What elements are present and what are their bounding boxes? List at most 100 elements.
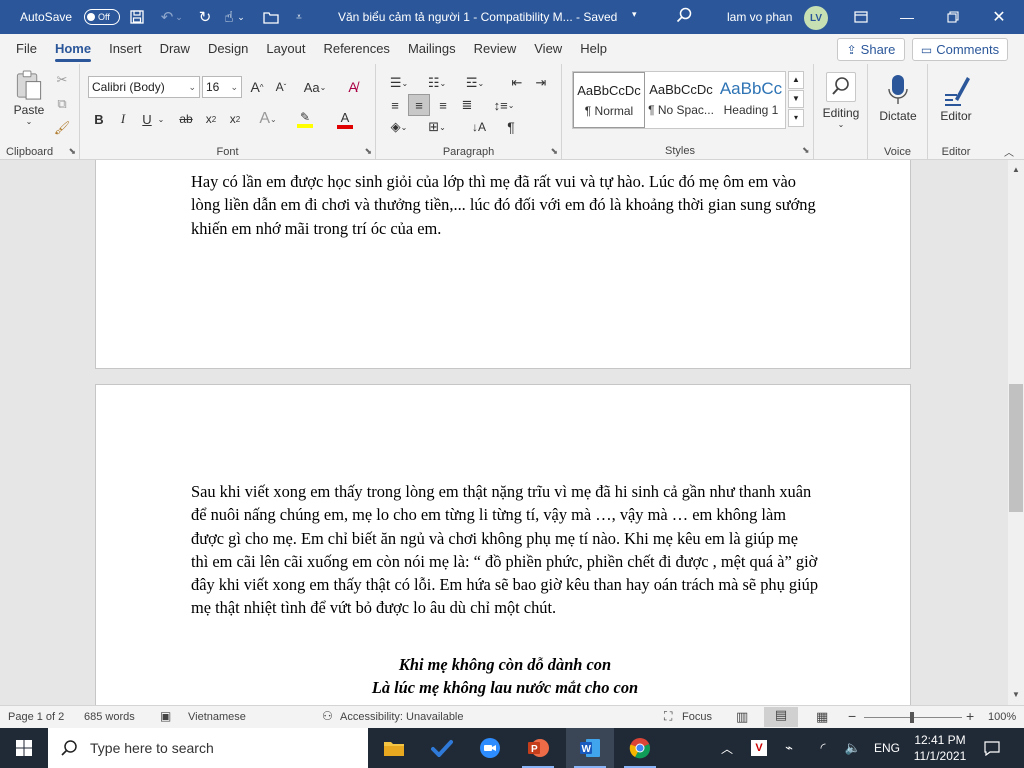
- highlight-icon[interactable]: ✎: [290, 108, 320, 130]
- increase-indent-icon[interactable]: ⇥: [530, 72, 552, 94]
- page-count[interactable]: Page 1 of 2: [8, 711, 64, 723]
- align-left-icon[interactable]: ≡: [384, 94, 406, 116]
- wifi-icon[interactable]: ◜: [812, 728, 834, 768]
- format-painter-icon[interactable]: 🖌: [52, 118, 72, 138]
- powerpoint-icon[interactable]: P: [514, 728, 562, 768]
- autosave-toggle[interactable]: Off: [84, 9, 120, 25]
- search-icon[interactable]: [676, 7, 692, 28]
- zoom-out-icon[interactable]: −: [848, 708, 856, 724]
- shrink-font-icon[interactable]: Aˇ: [270, 76, 292, 98]
- tab-draw[interactable]: Draw: [151, 34, 199, 64]
- tab-file[interactable]: File: [7, 34, 46, 64]
- notifications-icon[interactable]: [978, 728, 1006, 768]
- avatar[interactable]: LV: [804, 6, 828, 30]
- borders-icon[interactable]: ⊞ ⌄: [422, 116, 452, 138]
- zoom-app-icon[interactable]: [466, 728, 514, 768]
- line-spacing-icon[interactable]: ↕≡ ⌄: [488, 94, 520, 116]
- styles-down-icon[interactable]: ▼: [788, 90, 804, 108]
- share-button[interactable]: ⇪ Share: [837, 38, 905, 61]
- touch-dropdown-icon[interactable]: ⌄: [234, 0, 248, 34]
- language-status[interactable]: Vietnamese: [188, 711, 246, 723]
- tab-layout[interactable]: Layout: [257, 34, 314, 64]
- zoom-level[interactable]: 100%: [988, 711, 1016, 723]
- undo-dropdown-icon[interactable]: ⌄: [172, 0, 186, 34]
- tab-references[interactable]: References: [314, 34, 398, 64]
- styles-launcher-icon[interactable]: ⬊: [802, 145, 810, 156]
- font-launcher-icon[interactable]: ⬊: [364, 146, 372, 157]
- change-case-icon[interactable]: Aa ⌄: [300, 76, 330, 98]
- editing-button[interactable]: Editing ⌄: [818, 68, 864, 132]
- close-icon[interactable]: ✕: [976, 0, 1022, 34]
- volume-icon[interactable]: 🔈: [842, 728, 864, 768]
- poem-line-1[interactable]: Khi mẹ không còn dỗ dành con: [191, 653, 819, 676]
- scroll-down-icon[interactable]: ▼: [1008, 687, 1024, 703]
- save-icon[interactable]: [122, 0, 152, 34]
- windows-start-icon[interactable]: [0, 728, 48, 768]
- dictate-button[interactable]: Dictate: [872, 68, 924, 128]
- comments-button[interactable]: ▭ Comments: [912, 38, 1008, 61]
- chrome-icon[interactable]: [616, 728, 664, 768]
- ribbon-display-icon[interactable]: [838, 0, 884, 34]
- decrease-indent-icon[interactable]: ⇤: [506, 72, 528, 94]
- tab-mailings[interactable]: Mailings: [399, 34, 465, 64]
- shading-icon[interactable]: ◈ ⌄: [384, 116, 414, 138]
- style-heading-1[interactable]: AaBbCc Heading 1: [717, 72, 785, 128]
- italic-icon[interactable]: I: [112, 108, 134, 130]
- tab-insert[interactable]: Insert: [100, 34, 151, 64]
- tab-help[interactable]: Help: [571, 34, 616, 64]
- open-folder-icon[interactable]: [256, 0, 286, 34]
- scroll-thumb[interactable]: [1009, 384, 1023, 512]
- collapse-ribbon-icon[interactable]: ︿: [1004, 144, 1014, 159]
- proofing-icon[interactable]: ▣: [160, 709, 171, 723]
- minimize-icon[interactable]: —: [884, 0, 930, 34]
- web-layout-icon[interactable]: ▦: [816, 709, 828, 725]
- tab-design[interactable]: Design: [199, 34, 257, 64]
- todo-app-icon[interactable]: [418, 728, 466, 768]
- editor-button[interactable]: Editor: [932, 68, 980, 128]
- copy-icon[interactable]: ⧉: [52, 94, 72, 114]
- read-mode-icon[interactable]: ▥: [736, 709, 748, 725]
- underline-icon[interactable]: U: [136, 108, 158, 130]
- multilevel-list-icon[interactable]: ☲ ⌄: [460, 72, 490, 94]
- style-normal[interactable]: AaBbCcDc ¶ Normal: [573, 72, 645, 128]
- superscript-icon[interactable]: x2: [224, 108, 246, 130]
- tab-home[interactable]: Home: [46, 34, 100, 64]
- tab-view[interactable]: View: [525, 34, 571, 64]
- page1-paragraph[interactable]: Hay có lần em được học sinh giỏi của lớp…: [191, 170, 819, 240]
- scroll-up-icon[interactable]: ▲: [1008, 162, 1024, 178]
- text-effects-icon[interactable]: A ⌄: [254, 108, 282, 130]
- title-dropdown-icon[interactable]: ▾: [632, 9, 637, 20]
- page-2[interactable]: Sau khi viết xong em thấy trong lòng em …: [95, 384, 911, 705]
- numbering-icon[interactable]: ☷ ⌄: [422, 72, 452, 94]
- vertical-scrollbar[interactable]: ▲ ▼: [1008, 160, 1024, 705]
- underline-dropdown-icon[interactable]: ⌄: [156, 108, 166, 130]
- word-count[interactable]: 685 words: [84, 711, 135, 723]
- focus-icon[interactable]: ⛶: [664, 709, 672, 724]
- style-no-spacing[interactable]: AaBbCcDc ¶ No Spac...: [645, 72, 717, 128]
- page2-paragraph[interactable]: Sau khi viết xong em thấy trong lòng em …: [191, 480, 819, 620]
- focus-label[interactable]: Focus: [682, 711, 712, 723]
- zoom-in-icon[interactable]: +: [966, 708, 974, 724]
- font-size-combo[interactable]: 16 ⌄: [202, 76, 242, 98]
- paragraph-launcher-icon[interactable]: ⬊: [550, 146, 558, 157]
- strikethrough-icon[interactable]: ab: [174, 108, 198, 130]
- tab-review[interactable]: Review: [465, 34, 526, 64]
- tray-expand-icon[interactable]: ︿: [716, 728, 738, 768]
- font-color-icon[interactable]: A: [330, 108, 360, 130]
- font-name-combo[interactable]: Calibri (Body) ⌄: [88, 76, 200, 98]
- styles-more-icon[interactable]: ▾: [788, 109, 804, 127]
- cut-icon[interactable]: ✂: [52, 70, 72, 90]
- accessibility-status[interactable]: Accessibility: Unavailable: [340, 711, 464, 723]
- print-layout-icon[interactable]: ▤: [764, 707, 798, 727]
- document-title[interactable]: Văn biểu cảm tả người 1 - Compatibility …: [338, 10, 617, 24]
- battery-icon[interactable]: ⌁: [778, 728, 800, 768]
- page-1[interactable]: Hay có lần em được học sinh giỏi của lớp…: [95, 160, 911, 369]
- user-name[interactable]: lam vo phan: [727, 10, 792, 24]
- clipboard-launcher-icon[interactable]: ⬊: [68, 146, 76, 157]
- restore-icon[interactable]: [930, 0, 976, 34]
- bold-icon[interactable]: B: [88, 108, 110, 130]
- align-center-icon[interactable]: ≡: [408, 94, 430, 116]
- word-icon[interactable]: W: [566, 728, 614, 768]
- taskbar-search-input[interactable]: Type here to search: [48, 728, 368, 768]
- zoom-slider-thumb[interactable]: [910, 712, 914, 723]
